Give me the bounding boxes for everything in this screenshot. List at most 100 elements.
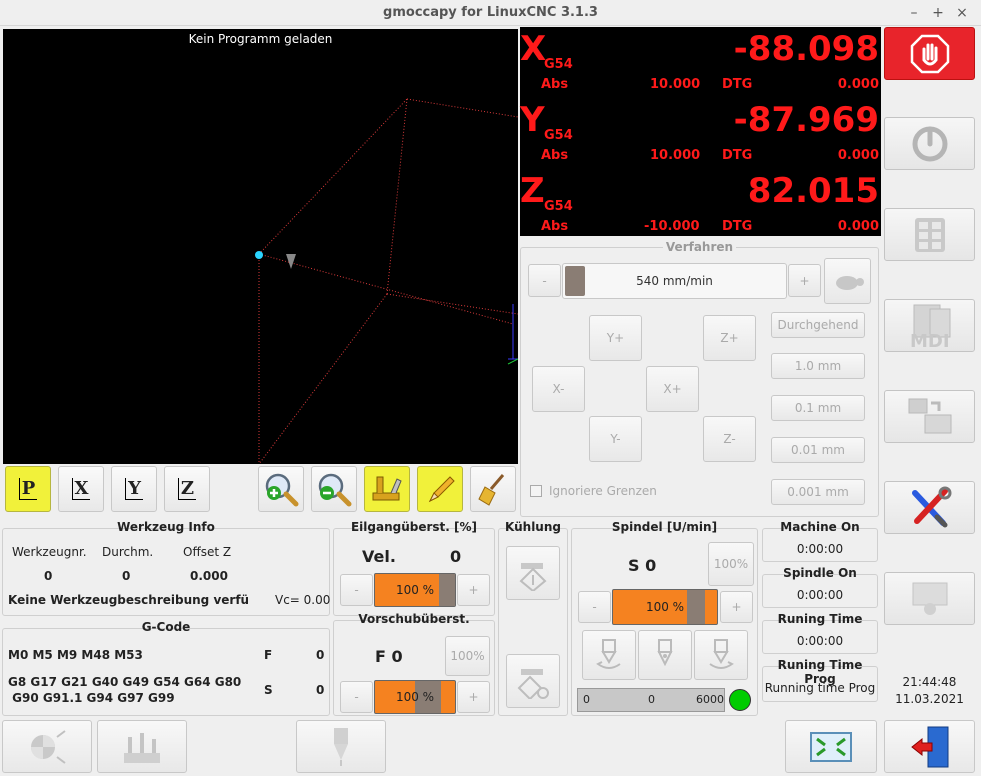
- machine-power-button[interactable]: [884, 117, 975, 170]
- increment-continuous-button[interactable]: Durchgehend: [771, 312, 865, 338]
- flood-coolant-button[interactable]: [506, 546, 560, 600]
- window-title: gmoccapy for LinuxCNC 3.1.3: [383, 5, 598, 20]
- tool-diameter-header: Durchm.: [102, 545, 154, 559]
- rapid-minus-button[interactable]: -: [340, 574, 373, 606]
- view-x-button[interactable]: X: [58, 466, 104, 512]
- broom-icon: [478, 474, 505, 506]
- pencil-icon: [428, 476, 455, 503]
- spindle-stop-button[interactable]: [638, 630, 692, 680]
- feed-reset-button[interactable]: 100%: [445, 636, 490, 676]
- z-axis-value[interactable]: 82.015: [748, 171, 879, 211]
- feed-override-percent: 100 %: [395, 690, 435, 704]
- jog-x-plus-button[interactable]: X+: [646, 366, 699, 412]
- z-abs-label: Abs: [541, 219, 569, 234]
- turtle-button[interactable]: [824, 258, 871, 304]
- spindle-plus-button[interactable]: +: [720, 591, 753, 623]
- dro-panel: X G54 -88.098 Abs 10.000 DTG 0.000 Y G54…: [520, 27, 881, 236]
- turtle-icon: [835, 276, 864, 290]
- exit-button[interactable]: [884, 720, 975, 773]
- active-mcodes: M0 M5 M9 M48 M53: [8, 648, 143, 662]
- increment-0-1-button[interactable]: 0.1 mm: [771, 395, 865, 421]
- x-axis-letter: X: [520, 29, 547, 69]
- svg-text:MDI: MDI: [910, 331, 950, 349]
- gcode-preview[interactable]: Kein Programm geladen: [3, 29, 518, 464]
- spindle-bar-max: 6000: [696, 693, 724, 706]
- mist-coolant-icon: [517, 669, 549, 699]
- view-y-button[interactable]: Y: [111, 466, 157, 512]
- origin-marker: [255, 251, 263, 259]
- jog-speed-plus-button[interactable]: +: [788, 264, 821, 297]
- increment-1-0-button[interactable]: 1.0 mm: [771, 353, 865, 379]
- fullscreen-icon: [810, 731, 852, 762]
- jog-keypad-icon: [914, 217, 945, 252]
- spindle-reset-button[interactable]: 100%: [708, 542, 754, 586]
- feed-label: F: [264, 648, 273, 662]
- jog-speed-minus-button[interactable]: -: [528, 264, 561, 297]
- coolant-title: Kühlung: [505, 520, 561, 534]
- spindle-at-speed-led: [729, 689, 751, 711]
- manual-mode-button[interactable]: [884, 208, 975, 261]
- user-tabs-icon: [912, 582, 947, 615]
- y-axis-value[interactable]: -87.969: [734, 100, 879, 140]
- view-z-button[interactable]: Z: [164, 466, 210, 512]
- spindle-override-slider[interactable]: 100 %: [612, 589, 718, 625]
- fullscreen-button[interactable]: [785, 720, 877, 773]
- jog-y-plus-button[interactable]: Y+: [589, 315, 642, 361]
- tool-number-header: Werkzeugnr.: [12, 545, 87, 559]
- flood-coolant-icon: [519, 563, 547, 591]
- rapid-plus-button[interactable]: +: [457, 574, 490, 606]
- z-coord-system: G54: [544, 199, 573, 214]
- zoom-out-button[interactable]: [311, 466, 357, 512]
- auto-mode-button[interactable]: [884, 390, 975, 443]
- jog-speed-knob[interactable]: [565, 266, 585, 296]
- settings-button[interactable]: [884, 481, 975, 534]
- rapid-override-slider[interactable]: 100 %: [374, 573, 456, 607]
- auto-machine-icon: [908, 398, 951, 433]
- jog-speed-slider[interactable]: 540 mm/min: [562, 263, 787, 299]
- x-dtg-value: 0.000: [837, 77, 879, 92]
- increment-0-001-button[interactable]: 0.001 mm: [771, 479, 865, 505]
- speed-label: S: [264, 683, 273, 697]
- maximize-button[interactable]: +: [929, 4, 947, 22]
- jog-z-plus-button[interactable]: Z+: [703, 315, 756, 361]
- spindle-bar-value: 0: [648, 693, 655, 706]
- user-tabs-button[interactable]: [884, 572, 975, 625]
- jog-x-minus-button[interactable]: X-: [532, 366, 585, 412]
- x-dtg-label: DTG: [722, 77, 753, 92]
- stop-hand-icon: [910, 34, 949, 73]
- tool-change-button[interactable]: [296, 720, 386, 773]
- view-y-label: Y: [125, 478, 143, 500]
- mist-coolant-button[interactable]: [506, 654, 560, 708]
- spindle-ccw-button[interactable]: [582, 630, 636, 680]
- spindle-ccw-icon: [596, 639, 621, 669]
- increment-0-01-button[interactable]: 0.01 mm: [771, 437, 865, 463]
- spindle-on-value: 0:00:00: [796, 588, 844, 602]
- ignore-limits-checkbox[interactable]: [530, 485, 542, 497]
- mdi-mode-button[interactable]: MDI: [884, 299, 975, 352]
- spindle-minus-button[interactable]: -: [578, 591, 611, 623]
- jog-z-minus-button[interactable]: Z-: [703, 416, 756, 462]
- x-axis-value[interactable]: -88.098: [734, 29, 879, 69]
- y-axis-letter: Y: [520, 100, 545, 140]
- reference-all-button[interactable]: [97, 720, 187, 773]
- spindle-on-label: Spindle On: [783, 566, 857, 580]
- touch-off-button[interactable]: [2, 720, 92, 773]
- minimize-button[interactable]: –: [905, 4, 923, 22]
- show-dimensions-button[interactable]: [364, 466, 410, 512]
- show-tool-path-button[interactable]: [417, 466, 463, 512]
- spindle-cw-button[interactable]: [694, 630, 748, 680]
- close-button[interactable]: ×: [953, 4, 971, 22]
- gcode-title: G-Code: [141, 620, 191, 634]
- rapid-override-percent: 100 %: [395, 583, 435, 597]
- estop-button[interactable]: [884, 27, 975, 80]
- feed-minus-button[interactable]: -: [340, 681, 373, 713]
- zoom-in-button[interactable]: [258, 466, 304, 512]
- feed-plus-button[interactable]: +: [457, 681, 490, 713]
- clear-plot-button[interactable]: [470, 466, 516, 512]
- y-abs-value: 10.000: [650, 148, 701, 163]
- view-p-button[interactable]: P: [5, 466, 51, 512]
- jog-y-minus-button[interactable]: Y-: [589, 416, 642, 462]
- machine-on-label: Machine On: [780, 520, 860, 534]
- feed-override-slider[interactable]: 100 %: [374, 680, 456, 714]
- speed-value: 0: [316, 683, 325, 697]
